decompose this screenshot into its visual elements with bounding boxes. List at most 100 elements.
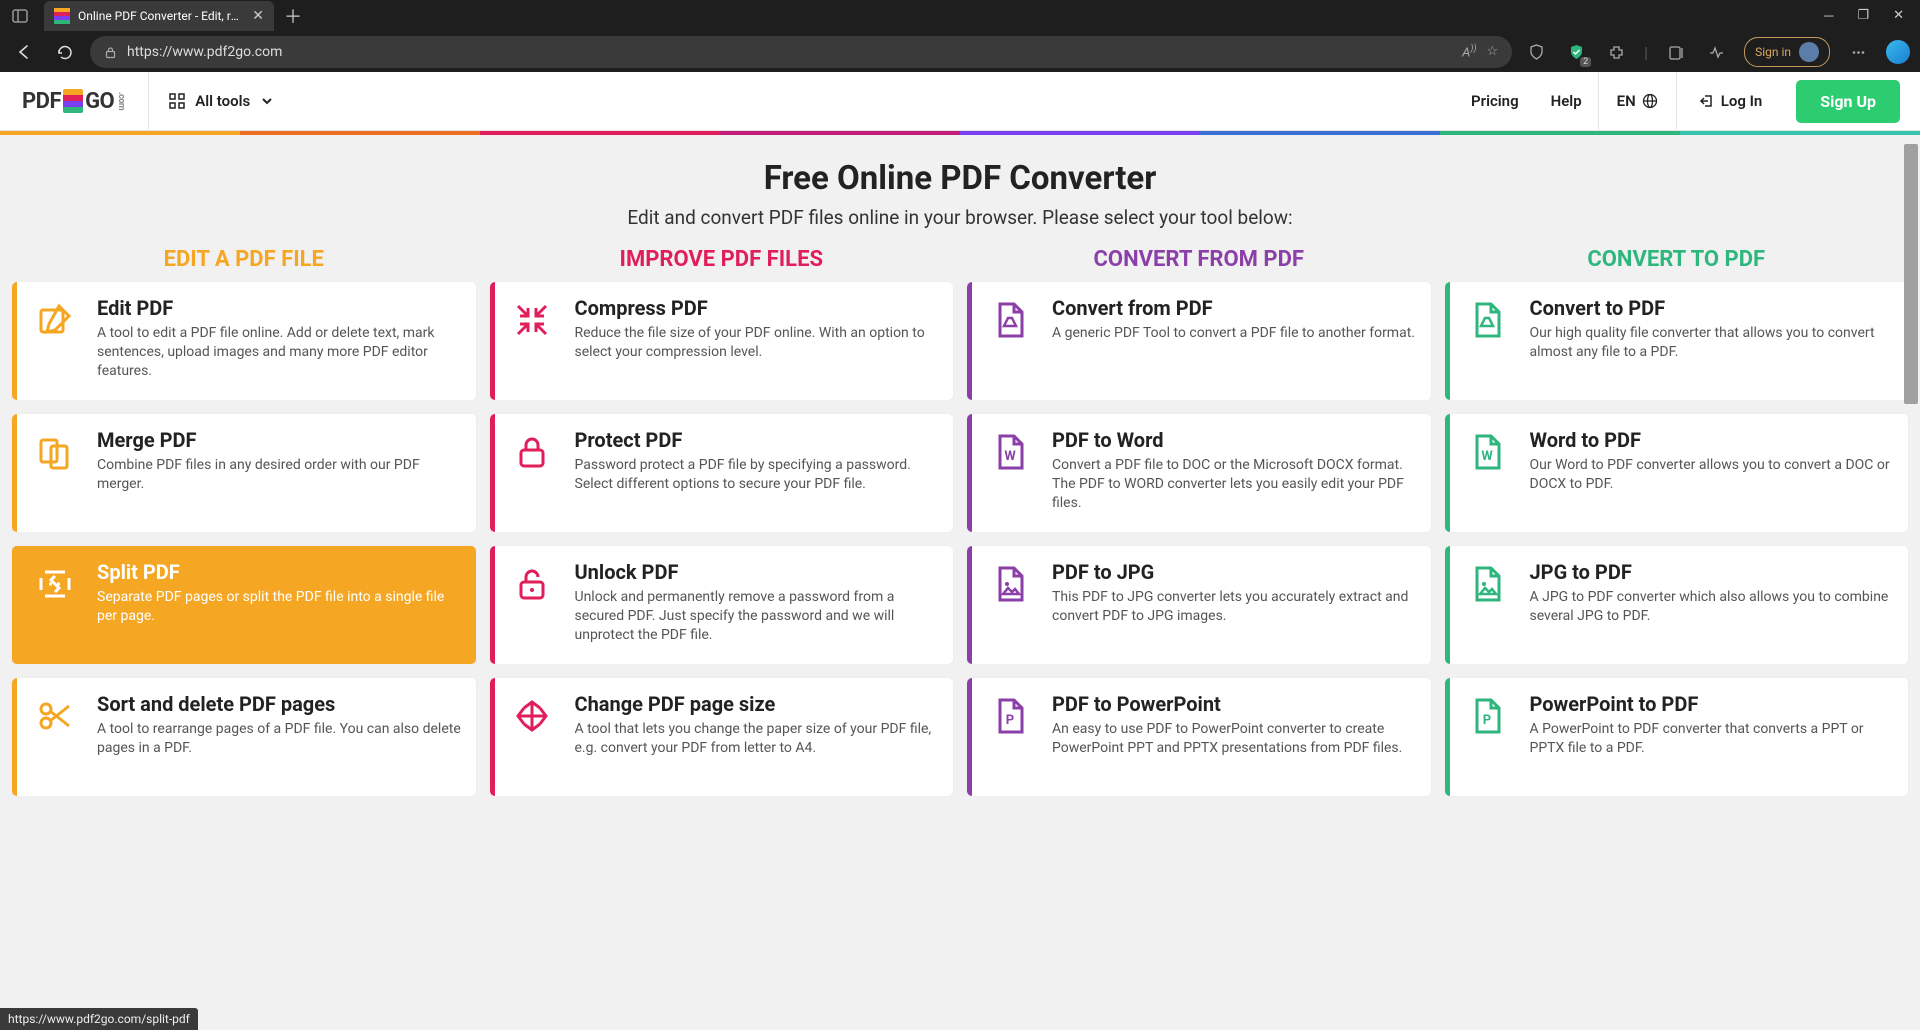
card-title: Change PDF page size — [575, 692, 940, 716]
split-icon — [12, 560, 97, 650]
column-headers: EDIT A PDF FILE IMPROVE PDF FILES CONVER… — [0, 247, 1920, 282]
adguard-icon[interactable] — [1564, 40, 1588, 64]
tool-card[interactable]: Unlock PDFUnlock and permanently remove … — [490, 546, 954, 664]
tool-card[interactable]: WPDF to WordConvert a PDF file to DOC or… — [967, 414, 1431, 532]
tool-card[interactable]: Split PDFSeparate PDF pages or split the… — [12, 546, 476, 664]
tool-card[interactable]: Edit PDFA tool to edit a PDF file online… — [12, 282, 476, 400]
col-header-from: CONVERT FROM PDF — [967, 247, 1431, 272]
tool-card[interactable]: Convert to PDFOur high quality file conv… — [1445, 282, 1909, 400]
pdf-icon — [967, 296, 1052, 386]
back-button[interactable] — [10, 38, 38, 66]
image-icon — [967, 560, 1052, 650]
edit-icon — [12, 296, 97, 386]
favorite-icon[interactable]: ☆ — [1487, 44, 1499, 59]
close-window-icon[interactable]: ✕ — [1893, 8, 1904, 24]
maximize-icon[interactable]: ❐ — [1857, 8, 1869, 24]
scrollbar[interactable] — [1904, 144, 1918, 1030]
card-title: PDF to Word — [1052, 428, 1417, 452]
tool-card[interactable]: Convert from PDFA generic PDF Tool to co… — [967, 282, 1431, 400]
tool-card[interactable]: PPDF to PowerPointAn easy to use PDF to … — [967, 678, 1431, 796]
tab-close-icon[interactable]: ✕ — [252, 8, 264, 24]
card-title: Compress PDF — [575, 296, 940, 320]
card-title: Merge PDF — [97, 428, 462, 452]
card-desc: This PDF to JPG converter lets you accur… — [1052, 588, 1417, 626]
card-desc: Our Word to PDF converter allows you to … — [1530, 456, 1895, 494]
login-label: Log In — [1721, 92, 1763, 110]
language-selector[interactable]: EN — [1599, 92, 1676, 110]
tool-card[interactable]: Protect PDFPassword protect a PDF file b… — [490, 414, 954, 532]
merge-icon — [12, 428, 97, 518]
logo-com: .com — [116, 92, 126, 110]
tab-actions-icon[interactable] — [8, 4, 32, 28]
tool-card[interactable]: Compress PDFReduce the file size of your… — [490, 282, 954, 400]
read-aloud-icon[interactable]: A)) — [1462, 44, 1476, 60]
card-title: Edit PDF — [97, 296, 462, 320]
scroll-thumb[interactable] — [1904, 144, 1918, 404]
toolbar-icons: | Sign in — [1524, 37, 1910, 67]
all-tools-menu[interactable]: All tools — [149, 92, 294, 110]
nav-help[interactable]: Help — [1535, 92, 1598, 110]
nav-pricing[interactable]: Pricing — [1455, 92, 1535, 110]
minimize-icon[interactable]: ─ — [1824, 8, 1833, 24]
extensions-icon[interactable] — [1604, 40, 1628, 64]
grid-icon — [169, 93, 185, 109]
address-input[interactable]: https://www.pdf2go.com A)) ☆ — [90, 36, 1512, 68]
cards-grid: Edit PDFA tool to edit a PDF file online… — [0, 282, 1920, 816]
status-bar: https://www.pdf2go.com/split-pdf — [0, 1008, 198, 1030]
login-button[interactable]: Log In — [1677, 92, 1785, 110]
page-title: Free Online PDF Converter — [0, 159, 1920, 198]
image-icon — [1445, 560, 1530, 650]
card-desc: A tool to rearrange pages of a PDF file.… — [97, 720, 462, 758]
browser-tab[interactable]: Online PDF Converter - Edit, rota ✕ — [44, 1, 274, 31]
card-title: Sort and delete PDF pages — [97, 692, 462, 716]
tool-card[interactable]: Change PDF page sizeA tool that lets you… — [490, 678, 954, 796]
lock-icon — [490, 428, 575, 518]
page-subtitle: Edit and convert PDF files online in you… — [0, 206, 1920, 229]
card-column: Convert from PDFA generic PDF Tool to co… — [967, 282, 1431, 796]
favicon-icon — [54, 8, 70, 24]
login-icon — [1699, 93, 1715, 109]
refresh-button[interactable] — [50, 38, 78, 66]
collections-icon[interactable] — [1664, 40, 1688, 64]
logo-badge-icon — [63, 89, 83, 113]
address-bar: https://www.pdf2go.com A)) ☆ | — [0, 32, 1920, 72]
svg-text:P: P — [1483, 713, 1491, 728]
card-title: PDF to PowerPoint — [1052, 692, 1417, 716]
svg-text:P: P — [1005, 713, 1013, 728]
card-desc: Our high quality file converter that all… — [1530, 324, 1895, 362]
col-header-to: CONVERT TO PDF — [1445, 247, 1909, 272]
svg-text:W: W — [1481, 449, 1493, 464]
card-title: Word to PDF — [1530, 428, 1895, 452]
signup-button[interactable]: Sign Up — [1796, 80, 1900, 123]
card-desc: Combine PDF files in any desired order w… — [97, 456, 462, 494]
performance-icon[interactable] — [1704, 40, 1728, 64]
new-tab-button[interactable]: ＋ — [284, 3, 302, 29]
window-controls: ─ ❐ ✕ — [1824, 8, 1912, 24]
card-desc: A JPG to PDF converter which also allows… — [1530, 588, 1895, 626]
tool-card[interactable]: Sort and delete PDF pages A tool to rearr… — [12, 678, 476, 796]
url-text: https://www.pdf2go.com — [127, 44, 1452, 60]
word-icon: W — [967, 428, 1052, 518]
site-nav: PDF GO .com All tools Pricing Help EN — [0, 72, 1920, 131]
url-actions: A)) ☆ — [1462, 44, 1498, 60]
card-column: Convert to PDFOur high quality file conv… — [1445, 282, 1909, 796]
tool-card[interactable]: PPowerPoint to PDFA PowerPoint to PDF co… — [1445, 678, 1909, 796]
signin-label: Sign in — [1755, 45, 1791, 59]
tool-card[interactable]: W Word to PDF Our Word to PDF converter al… — [1445, 414, 1909, 532]
col-header-edit: EDIT A PDF FILE — [12, 247, 476, 272]
tool-card[interactable]: Merge PDF Combine PDF files in any desire… — [12, 414, 476, 532]
globe-icon — [1642, 93, 1658, 109]
site-logo[interactable]: PDF GO .com — [0, 72, 148, 130]
tab-title: Online PDF Converter - Edit, rota — [78, 9, 244, 23]
signup-label: Sign Up — [1820, 92, 1876, 111]
tool-card[interactable]: PDF to JPG This PDF to JPG converter lets… — [967, 546, 1431, 664]
logo-pre: PDF — [22, 89, 61, 114]
tool-card[interactable]: JPG to PDF A JPG to PDF converter which a… — [1445, 546, 1909, 664]
card-title: JPG to PDF — [1530, 560, 1895, 584]
card-desc: Separate PDF pages or split the PDF file… — [97, 588, 462, 626]
more-icon[interactable] — [1846, 40, 1870, 64]
bing-icon[interactable] — [1886, 40, 1910, 64]
signin-button[interactable]: Sign in — [1744, 37, 1830, 67]
card-title: PDF to JPG — [1052, 560, 1417, 584]
shield-icon[interactable] — [1524, 40, 1548, 64]
